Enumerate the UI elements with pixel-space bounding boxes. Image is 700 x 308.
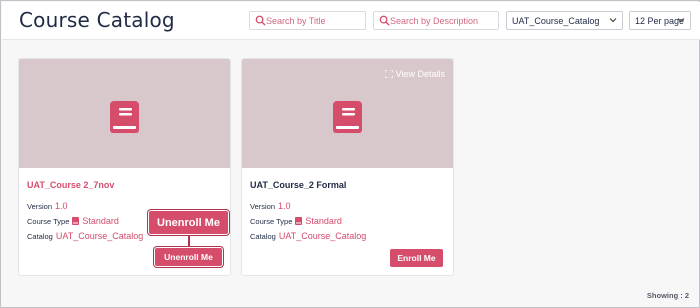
chevron-down-icon [677, 18, 685, 23]
book-icon [333, 101, 362, 133]
course-type-value: Standard [82, 216, 119, 226]
unenroll-button[interactable]: Unenroll Me [154, 247, 223, 267]
course-thumbnail: View Details [242, 59, 453, 168]
page-title: Course Catalog [19, 8, 175, 32]
version-row: Version 1.0 [27, 201, 68, 211]
callout-connector-joint [188, 244, 190, 246]
catalog-select[interactable]: UAT_Course_Catalog [506, 11, 623, 30]
catalog-select-value: UAT_Course_Catalog [512, 16, 600, 26]
search-title-input[interactable] [266, 13, 361, 28]
search-title-field[interactable] [249, 11, 366, 30]
catalog-value: UAT_Course_Catalog [55, 231, 144, 241]
book-icon [110, 101, 139, 133]
app-frame: Course Catalog UAT_Course_Catalog 12 Per… [0, 0, 700, 308]
view-details-label: View Details [395, 69, 445, 79]
version-label: Version [27, 201, 53, 211]
search-description-input[interactable] [390, 13, 494, 28]
search-icon [255, 15, 266, 26]
search-icon [379, 15, 390, 26]
version-label: Version [250, 201, 276, 211]
enroll-button[interactable]: Enroll Me [390, 249, 443, 267]
catalog-value: UAT_Course_Catalog [278, 231, 367, 241]
version-value: 1.0 [278, 201, 291, 211]
results-count: Showing : 2 [646, 291, 689, 300]
course-type-value: Standard [305, 216, 342, 226]
catalog-label: Catalog [250, 231, 276, 241]
course-type-label: Course Type [250, 216, 293, 226]
course-card[interactable]: UAT_Course 2_7nov Version 1.0 Course Typ… [18, 58, 231, 276]
course-card[interactable]: View Details UAT_Course_2 Formal Version… [241, 58, 454, 276]
header-bar: Course Catalog UAT_Course_Catalog 12 Per… [2, 2, 700, 40]
course-title[interactable]: UAT_Course 2_7nov [27, 180, 114, 190]
course-type-row: Course Type Standard [250, 216, 342, 226]
expand-icon [384, 70, 393, 78]
unenroll-callout: Unenroll Me [148, 210, 229, 235]
search-description-field[interactable] [373, 11, 499, 30]
version-value: 1.0 [55, 201, 68, 211]
course-type-row: Course Type Standard [27, 216, 119, 226]
course-type-label: Course Type [27, 216, 70, 226]
catalog-row: Catalog UAT_Course_Catalog [27, 231, 143, 241]
standard-course-icon [295, 217, 303, 225]
standard-course-icon [72, 217, 80, 225]
per-page-select[interactable]: 12 Per page [629, 11, 691, 30]
view-details-link[interactable]: View Details [384, 69, 445, 79]
version-row: Version 1.0 [250, 201, 291, 211]
catalog-row: Catalog UAT_Course_Catalog [250, 231, 366, 241]
catalog-label: Catalog [27, 231, 53, 241]
course-title[interactable]: UAT_Course_2 Formal [250, 180, 346, 190]
course-thumbnail [19, 59, 230, 168]
chevron-down-icon [609, 18, 617, 23]
